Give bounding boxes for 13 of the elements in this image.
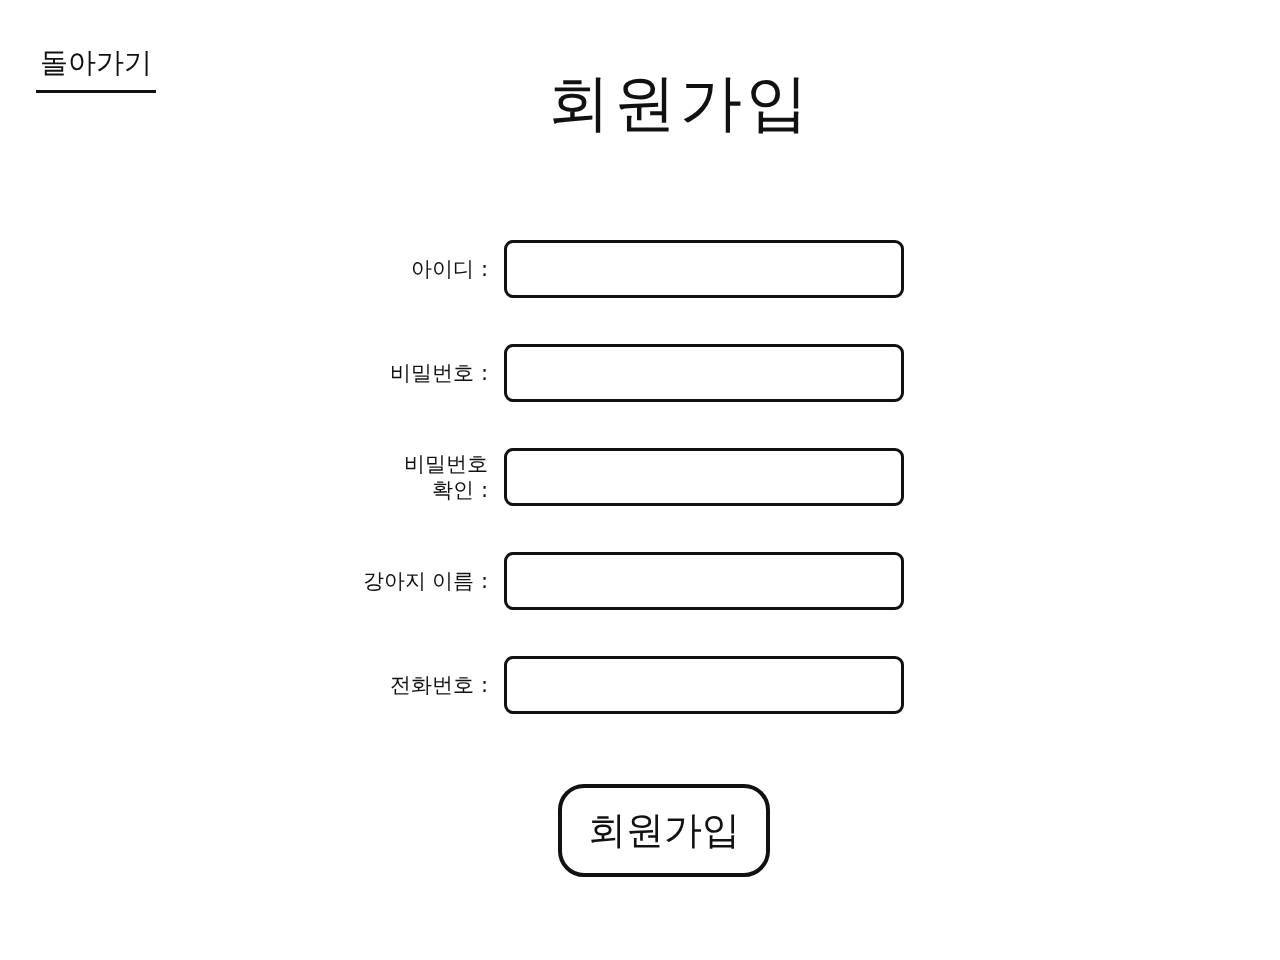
field-label: 비밀번호 : xyxy=(389,360,488,387)
back-link[interactable]: 돌아가기 xyxy=(36,42,156,93)
input-field[interactable] xyxy=(504,448,904,507)
input-field[interactable] xyxy=(504,552,904,611)
page-title: 회원가입 xyxy=(548,66,812,141)
input-field[interactable] xyxy=(504,656,904,715)
signup-button[interactable]: 회원가입 xyxy=(557,784,770,878)
field-label: 비밀번호 확인 : xyxy=(403,451,488,504)
input-field[interactable] xyxy=(504,344,904,403)
field-label: 강아지 이름 : xyxy=(361,568,488,595)
field-label: 전화번호 : xyxy=(389,672,488,699)
field-label: 아이디 : xyxy=(410,256,488,283)
input-field[interactable] xyxy=(504,240,904,299)
